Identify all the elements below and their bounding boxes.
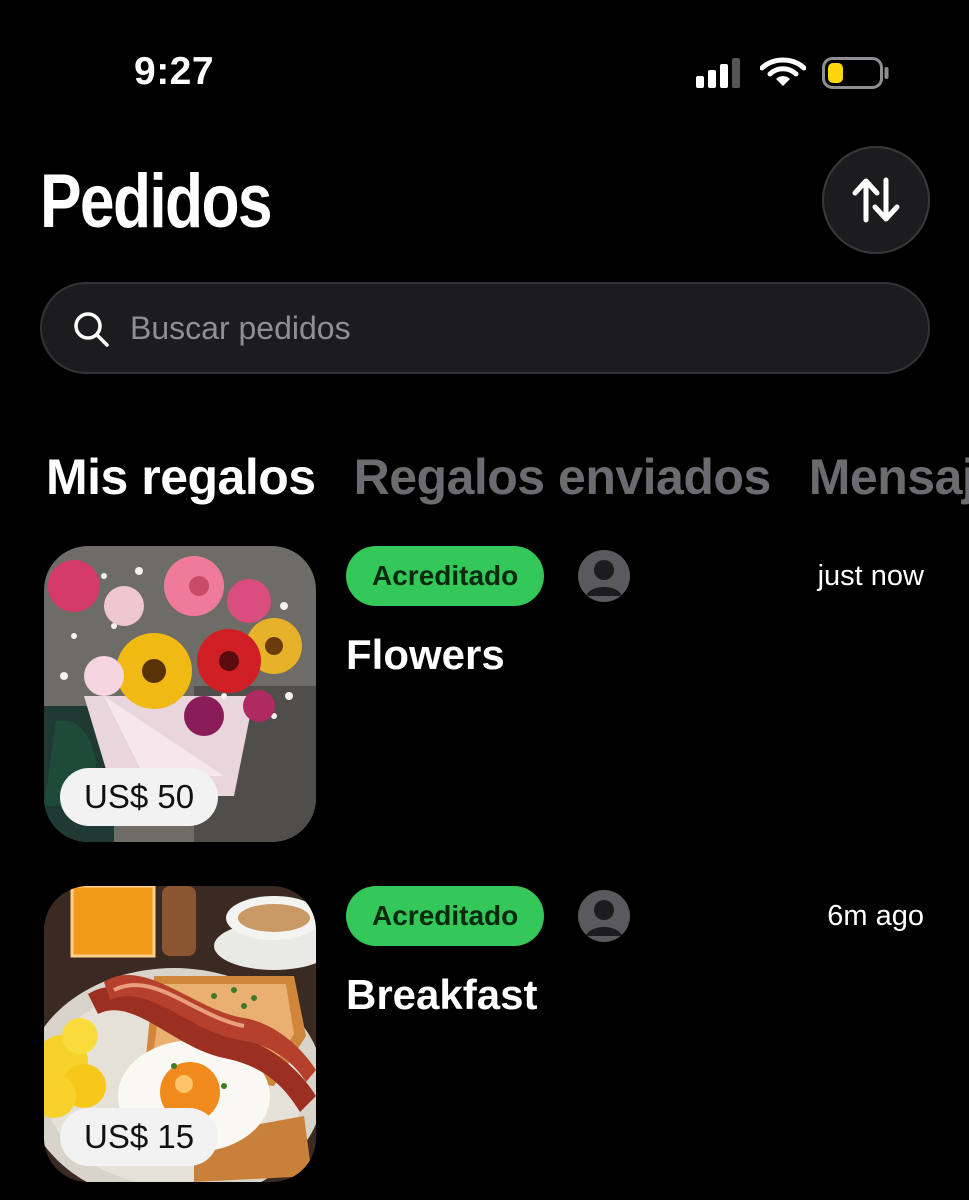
order-timestamp: 6m ago [827, 900, 924, 932]
sort-arrows-icon [852, 177, 900, 223]
order-timestamp: just now [817, 560, 924, 592]
user-avatar-icon[interactable] [578, 890, 630, 942]
battery-low-icon [822, 57, 889, 89]
search-input[interactable] [130, 284, 890, 372]
search-bar[interactable] [40, 282, 930, 374]
tab-mensajes[interactable]: Mensajes [809, 440, 969, 514]
sort-button[interactable] [822, 146, 930, 254]
order-title: Flowers [346, 631, 505, 678]
tab-regalos-enviados[interactable]: Regalos enviados [354, 440, 772, 514]
tab-bar: Mis regalos Regalos enviados Mensajes [46, 440, 969, 514]
person-silhouette-icon [586, 560, 622, 596]
order-item[interactable]: US$ 50 Acreditado just now Flowers [44, 546, 930, 842]
status-bar-time: 9:27 [134, 50, 215, 93]
order-item[interactable]: US$ 15 Acreditado 6m ago Breakfast [44, 886, 930, 1182]
order-title: Breakfast [346, 971, 538, 1018]
status-badge: Acreditado [346, 546, 545, 606]
breakfast-plate-photo[interactable]: US$ 15 [44, 886, 316, 1182]
price-badge: US$ 15 [60, 1108, 219, 1166]
tab-mis-regalos[interactable]: Mis regalos [46, 440, 316, 514]
page-title: Pedidos [40, 159, 273, 244]
price-badge: US$ 50 [60, 768, 219, 826]
person-silhouette-icon [586, 900, 622, 936]
wifi-icon [760, 57, 806, 86]
cellular-signal-icon [694, 56, 744, 88]
flower-bouquet-photo[interactable]: US$ 50 [44, 546, 316, 842]
search-icon [74, 312, 109, 347]
user-avatar-icon[interactable] [578, 550, 630, 602]
status-badge: Acreditado [346, 886, 545, 946]
